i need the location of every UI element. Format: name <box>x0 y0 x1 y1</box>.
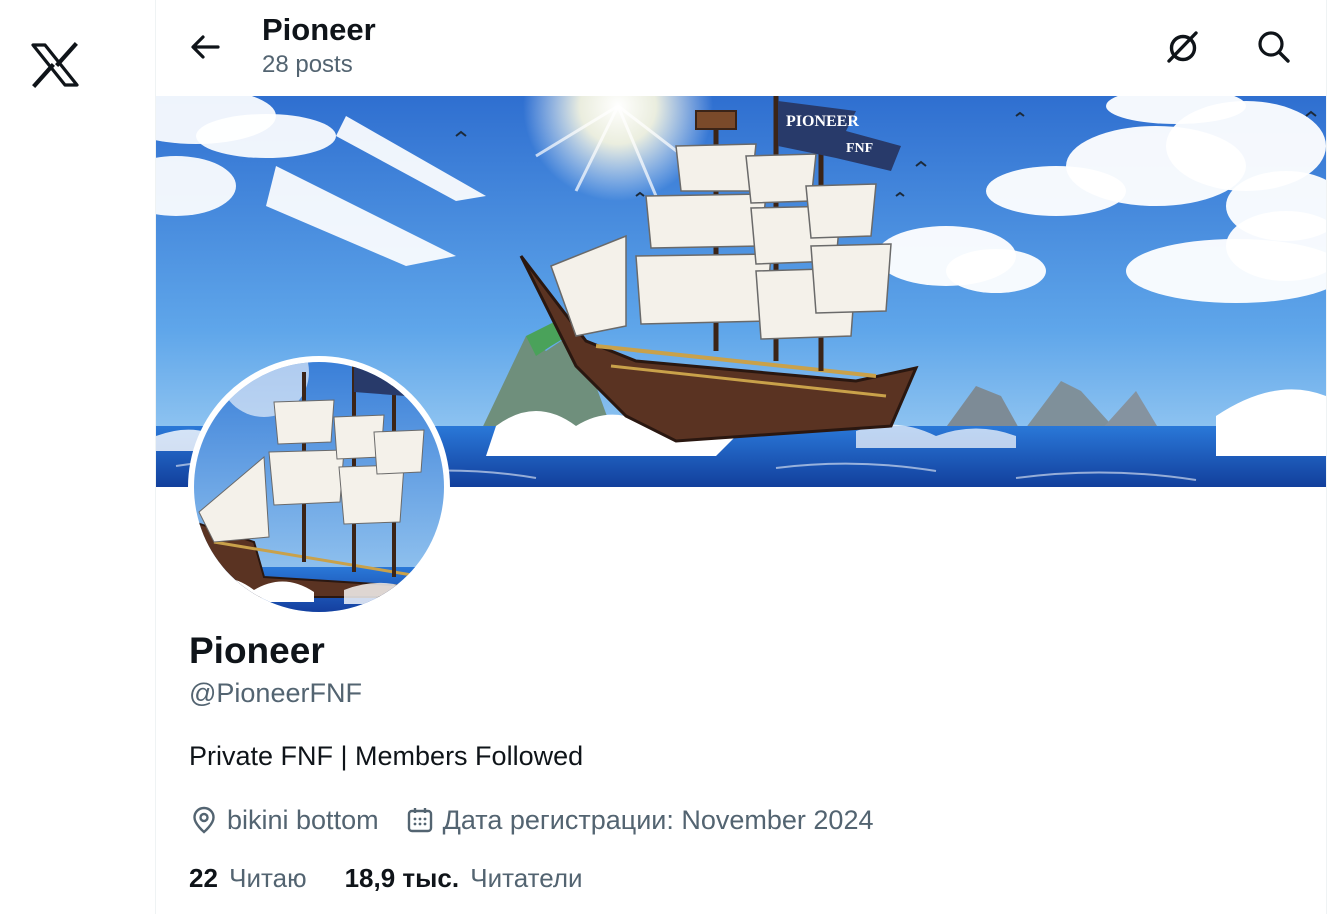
back-button[interactable] <box>184 26 226 68</box>
profile-stats: 22 Читаю 18,9 тыс. Читатели <box>189 860 621 896</box>
followers-link[interactable]: 18,9 тыс. Читатели <box>345 863 583 894</box>
profile-meta: bikini bottom Дата регистрации: November… <box>189 800 899 840</box>
following-count: 22 <box>189 862 218 893</box>
arrow-left-icon <box>191 35 220 59</box>
location-pin-icon <box>193 806 215 834</box>
header-posts-count: 28 posts <box>262 51 353 78</box>
followers-label: Читатели <box>470 862 583 893</box>
left-rail <box>0 0 155 914</box>
profile-joined: Дата регистрации: November 2024 <box>405 804 874 836</box>
joined-text: Дата регистрации: November 2024 <box>442 804 874 835</box>
following-label: Читаю <box>229 862 307 893</box>
search-button[interactable] <box>1252 25 1296 69</box>
profile-bio: Private FNF | Members Followed <box>189 741 584 771</box>
profile-location: bikini bottom <box>189 805 379 836</box>
avatar-image <box>194 362 444 612</box>
profile-header-bar: Pioneer 28 posts <box>156 0 1326 96</box>
followers-count: 18,9 тыс. <box>344 862 460 893</box>
profile-name: Pioneer <box>189 630 325 671</box>
grok-button[interactable] <box>1161 25 1205 69</box>
following-link[interactable]: 22 Читаю <box>189 863 307 894</box>
profile-handle: @PioneerFNF <box>189 678 362 708</box>
profile-column: Pioneer 28 posts PIONEER FNF Pioneer @Pi… <box>155 0 1327 914</box>
grok-icon <box>1167 31 1198 63</box>
calendar-icon <box>407 808 432 833</box>
search-icon <box>1258 31 1290 63</box>
header-title: Pioneer <box>262 12 376 47</box>
x-logo-icon[interactable] <box>30 40 80 90</box>
banner-flag-text-1: PIONEER <box>786 113 859 130</box>
profile-avatar[interactable] <box>188 356 450 618</box>
banner-flag-text-2: FNF <box>846 141 873 156</box>
location-text: bikini bottom <box>227 804 379 835</box>
